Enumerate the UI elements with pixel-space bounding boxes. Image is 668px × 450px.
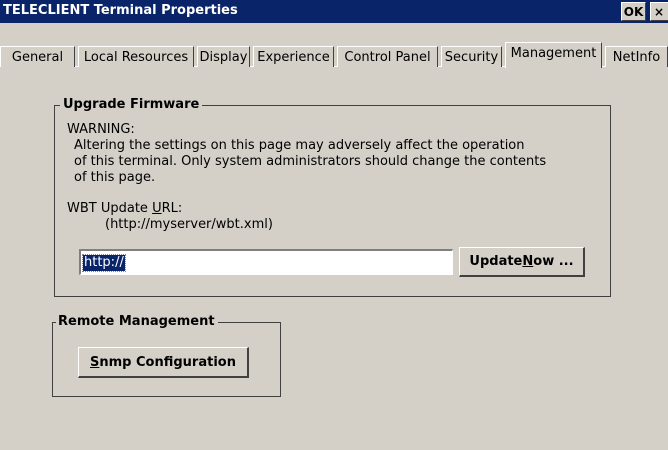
update-label-suffix: ow ... — [533, 254, 574, 269]
remote-management-legend: Remote Management — [56, 314, 218, 329]
url-label-prefix: WBT Update — [67, 201, 153, 216]
tab-experience[interactable]: Experience — [253, 46, 334, 67]
update-label-mnemonic: N — [522, 254, 534, 269]
warning-line-1: Altering the settings on this page may a… — [74, 138, 525, 153]
update-now-button[interactable]: Update Now ... — [459, 247, 585, 277]
close-icon: × — [654, 4, 665, 19]
url-example: (http://myserver/wbt.xml) — [105, 217, 273, 232]
url-label-mnemonic: U — [152, 201, 162, 216]
close-button[interactable]: × — [650, 2, 668, 21]
title-bar: TELECLIENT Terminal Properties OK × — [0, 0, 668, 23]
tab-local-resources[interactable]: Local Resources — [78, 46, 194, 67]
snmp-label-suffix: nmp Configuration — [99, 354, 236, 370]
tab-display[interactable]: Display — [197, 46, 250, 67]
url-label: WBT Update URL: — [67, 201, 182, 216]
url-label-suffix: RL: — [161, 201, 183, 216]
warning-line-2: of this terminal. Only system administra… — [74, 154, 547, 169]
url-input[interactable] — [79, 249, 453, 275]
snmp-configuration-button[interactable]: Snmp Configuration — [78, 347, 249, 378]
tab-netinfo[interactable]: NetInfo — [605, 46, 668, 67]
warning-line-3: of this page. — [74, 170, 156, 185]
tab-security[interactable]: Security — [441, 46, 502, 67]
tab-general[interactable]: General — [0, 46, 75, 67]
snmp-label-mnemonic: S — [90, 354, 100, 370]
ok-button[interactable]: OK — [621, 2, 646, 21]
upgrade-firmware-legend: Upgrade Firmware — [60, 97, 203, 112]
tab-management[interactable]: Management — [505, 42, 602, 68]
update-label-prefix: Update — [469, 254, 523, 269]
warning-heading: WARNING: — [67, 122, 135, 137]
url-selected-text: http:// — [82, 254, 126, 272]
window-title: TELECLIENT Terminal Properties — [3, 3, 238, 18]
tab-control-panel[interactable]: Control Panel — [337, 46, 438, 67]
